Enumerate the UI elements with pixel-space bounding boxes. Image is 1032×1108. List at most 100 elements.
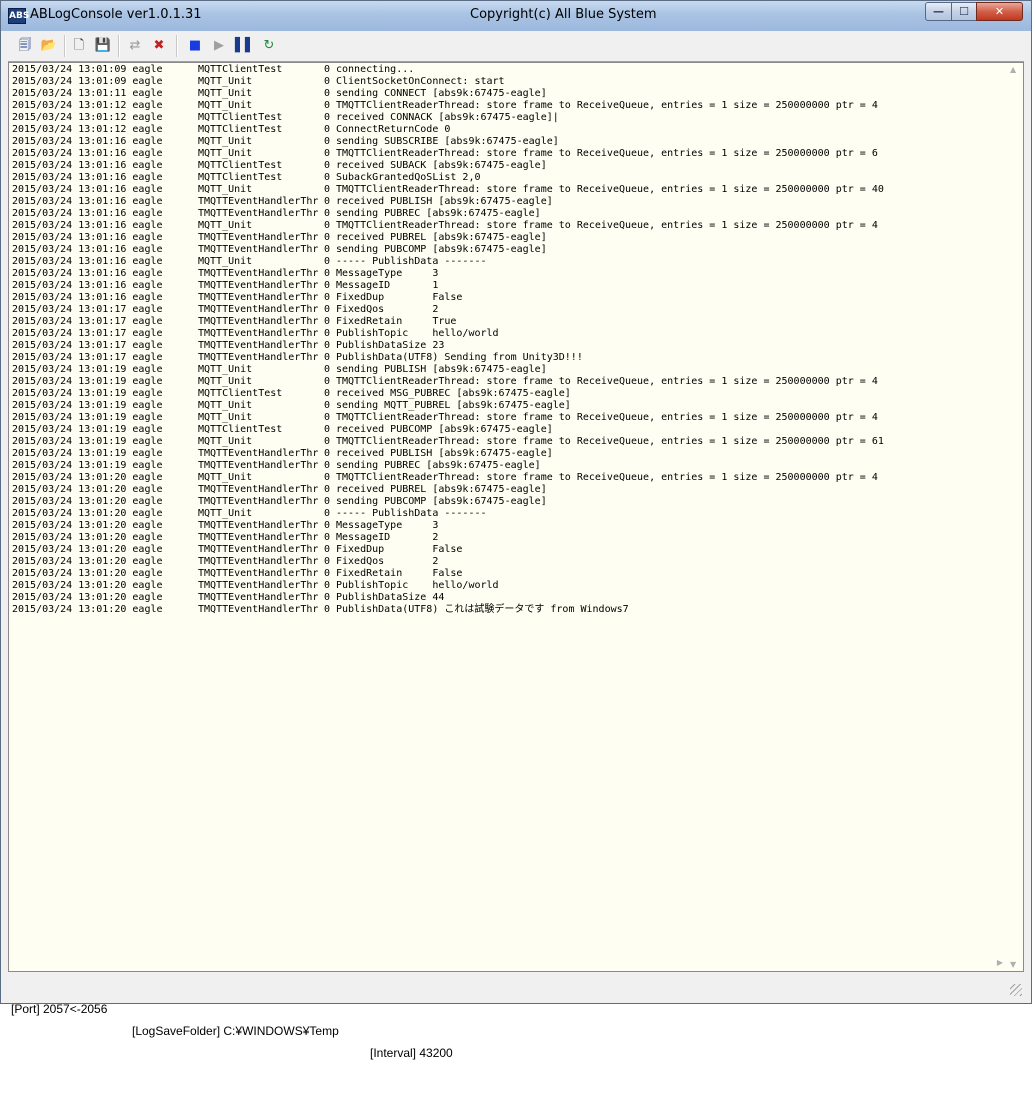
log-level: 0 [324,484,331,495]
toolbar-separator [64,35,66,57]
log-line: 2015/03/24 13:01:20 eagle TMQTTEventHandl… [12,580,884,592]
open-log-icon[interactable]: 📂 [38,35,60,57]
log-source: TMQTTEventHandlerThr [198,544,319,555]
toolbar-separator [176,35,178,57]
log-message: sending PUBLISH [abs9k:67475-eagle] [336,364,547,375]
log-message: sending PUBCOMP [abs9k:67475-eagle] [336,496,547,507]
log-message: TMQTTClientReaderThread: store frame to … [336,436,884,447]
log-line: 2015/03/24 13:01:17 eagle TMQTTEventHandl… [12,340,884,352]
log-source: MQTTClientTest [198,160,283,171]
log-line: 2015/03/24 13:01:17 eagle TMQTTEventHandl… [12,316,884,328]
log-timestamp: 2015/03/24 13:01:16 eagle [12,280,163,291]
title-bar[interactable]: ABS ABLogConsole ver1.0.1.31 Copyright(c… [1,1,1031,31]
log-timestamp: 2015/03/24 13:01:16 eagle [12,244,163,255]
log-line: 2015/03/24 13:01:20 eagle TMQTTEventHandl… [12,520,884,532]
scroll-right-icon[interactable]: ▶ [997,958,1003,967]
log-message: received MSG_PUBREC [abs9k:67475-eagle] [336,388,571,399]
log-level: 0 [324,388,331,399]
log-timestamp: 2015/03/24 13:01:16 eagle [12,232,163,243]
log-timestamp: 2015/03/24 13:01:16 eagle [12,292,163,303]
log-timestamp: 2015/03/24 13:01:16 eagle [12,208,163,219]
log-message: PublishData(UTF8) これは試験データです from Window… [336,604,629,615]
log-source: MQTT_Unit [198,376,253,387]
log-level: 0 [324,340,331,351]
log-line: 2015/03/24 13:01:16 eagle TMQTTEventHandl… [12,244,884,256]
window-title: ABLogConsole ver1.0.1.31 [30,7,202,22]
log-message: received SUBACK [abs9k:67475-eagle] [336,160,547,171]
connect-network-icon[interactable]: ⇄ [124,35,146,57]
log-source: TMQTTEventHandlerThr [198,340,319,351]
log-source: MQTT_Unit [198,400,253,411]
save-icon[interactable]: 💾 [92,35,114,57]
minimize-button[interactable]: — [925,2,952,21]
log-source: MQTT_Unit [198,364,253,375]
log-line: 2015/03/24 13:01:20 eagle TMQTTEventHandl… [12,592,884,604]
log-message: TMQTTClientReaderThread: store frame to … [336,100,878,111]
log-source: TMQTTEventHandlerThr [198,316,319,327]
log-line: 2015/03/24 13:01:16 eagle TMQTTEventHandl… [12,232,884,244]
log-line: 2015/03/24 13:01:12 eagle MQTTClientTest 0… [12,124,884,136]
log-message: TMQTTClientReaderThread: store frame to … [336,472,878,483]
log-timestamp: 2015/03/24 13:01:19 eagle [12,436,163,447]
log-timestamp: 2015/03/24 13:01:19 eagle [12,376,163,387]
log-source: TMQTTEventHandlerThr [198,304,319,315]
log-line: 2015/03/24 13:01:17 eagle TMQTTEventHandl… [12,304,884,316]
scroll-down-icon[interactable]: ▼ [1010,960,1016,969]
scroll-up-icon[interactable]: ▲ [1010,65,1016,74]
log-message: FixedDup False [336,544,463,555]
log-timestamp: 2015/03/24 13:01:16 eagle [12,136,163,147]
vertical-scrollbar[interactable]: ▲ ▼ [1006,63,1023,971]
log-source: TMQTTEventHandlerThr [198,280,319,291]
log-line: 2015/03/24 13:01:16 eagle MQTTClientTest 0… [12,172,884,184]
horizontal-scrollbar[interactable]: ▶ [9,957,1005,971]
disconnect-network-icon[interactable]: ✖ [148,35,170,57]
close-button[interactable]: ✕ [976,2,1023,21]
log-level: 0 [324,604,331,615]
log-message: TMQTTClientReaderThread: store frame to … [336,148,878,159]
log-source: MQTT_Unit [198,508,253,519]
log-source: TMQTTEventHandlerThr [198,292,319,303]
log-timestamp: 2015/03/24 13:01:20 eagle [12,508,163,519]
toolbar-separator [118,35,120,57]
log-view[interactable]: 2015/03/24 13:01:09 eagle MQTTClientTest 0… [8,62,1024,972]
log-line: 2015/03/24 13:01:19 eagle MQTT_Unit 0 TMQTT… [12,376,884,388]
maximize-button[interactable]: ☐ [951,2,977,21]
log-level: 0 [324,196,331,207]
log-level: 0 [324,244,331,255]
log-line: 2015/03/24 13:01:20 eagle TMQTTEventHandl… [12,544,884,556]
log-line: 2015/03/24 13:01:16 eagle TMQTTEventHandl… [12,268,884,280]
log-source: MQTTClientTest [198,388,283,399]
log-message: MessageID 1 [336,280,439,291]
new-icon[interactable]: 🗋 [68,35,90,57]
log-message: PublishData(UTF8) Sending from Unity3D!!… [336,352,583,363]
log-level: 0 [324,376,331,387]
pause-icon[interactable]: ▌▌ [234,35,256,57]
log-source: TMQTTEventHandlerThr [198,496,319,507]
log-source: TMQTTEventHandlerThr [198,268,319,279]
refresh-icon[interactable]: ↻ [258,35,280,57]
log-timestamp: 2015/03/24 13:01:16 eagle [12,256,163,267]
log-source: MQTT_Unit [198,220,253,231]
resize-grip-icon[interactable] [1010,984,1022,996]
log-line: 2015/03/24 13:01:11 eagle MQTT_Unit 0 sendi… [12,88,884,100]
log-message: received PUBLISH [abs9k:67475-eagle] [336,196,553,207]
log-message: received PUBCOMP [abs9k:67475-eagle] [336,424,553,435]
log-level: 0 [324,568,331,579]
play-icon[interactable]: ▶ [208,35,230,57]
log-level: 0 [324,172,331,183]
log-level: 0 [324,448,331,459]
log-source: MQTT_Unit [198,136,253,147]
log-level: 0 [324,424,331,435]
log-timestamp: 2015/03/24 13:01:09 eagle [12,76,163,87]
log-level: 0 [324,76,331,87]
stop-icon[interactable]: ■ [184,35,206,57]
log-timestamp: 2015/03/24 13:01:19 eagle [12,388,163,399]
log-source: TMQTTEventHandlerThr [198,580,319,591]
log-level: 0 [324,136,331,147]
log-source: TMQTTEventHandlerThr [198,556,319,567]
log-line: 2015/03/24 13:01:20 eagle TMQTTEventHandl… [12,568,884,580]
log-timestamp: 2015/03/24 13:01:12 eagle [12,124,163,135]
log-timestamp: 2015/03/24 13:01:20 eagle [12,592,163,603]
log-level: 0 [324,532,331,543]
connect-icon[interactable]: 🗐 [14,35,36,57]
